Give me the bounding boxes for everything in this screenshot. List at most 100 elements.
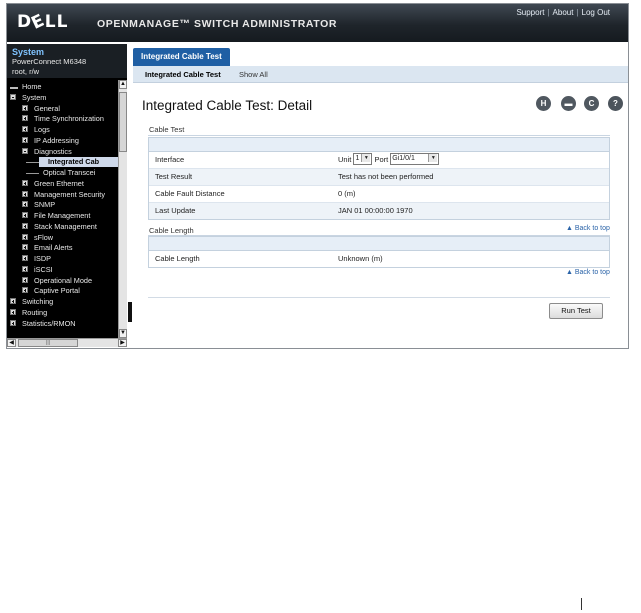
- subtab-show-all[interactable]: Show All: [239, 70, 268, 79]
- sidebar-item-label: Green Ethernet: [34, 179, 84, 188]
- sidebar-item-isdp[interactable]: ISDP: [7, 254, 118, 264]
- sidebar-item-general[interactable]: General: [7, 104, 118, 114]
- sidebar-item-label: Captive Portal: [34, 286, 80, 295]
- sidebar-item-integrated-cab[interactable]: Integrated Cab: [26, 157, 118, 167]
- expand-icon[interactable]: [22, 255, 28, 261]
- sidebar-item-label: Time Synchronization: [34, 114, 104, 123]
- sidebar-item-captive-portal[interactable]: Captive Portal: [7, 286, 118, 296]
- sidebar-item-green-ethernet[interactable]: Green Ethernet: [7, 179, 118, 189]
- expand-icon[interactable]: [22, 137, 28, 143]
- sidebar-item-routing[interactable]: Routing: [7, 308, 118, 318]
- system-info: System PowerConnect M6348 root, r/w: [7, 44, 127, 78]
- chevron-down-icon[interactable]: ▼: [428, 154, 438, 163]
- hscroll-thumb[interactable]: |||: [18, 339, 78, 347]
- scroll-down-icon[interactable]: ▼: [119, 329, 127, 338]
- expand-icon[interactable]: [22, 191, 28, 197]
- tree-horizontal-scrollbar[interactable]: ◀ ||| ▶: [7, 338, 127, 347]
- sidebar-item-ip-addressing[interactable]: IP Addressing: [7, 136, 118, 146]
- tree-connector-icon: [26, 162, 39, 163]
- print-icon[interactable]: ▬: [561, 96, 576, 111]
- system-user: root, r/w: [12, 67, 40, 76]
- expand-icon[interactable]: [22, 115, 28, 121]
- unit-select[interactable]: 1 ▼: [353, 153, 373, 166]
- expand-icon[interactable]: [22, 180, 28, 186]
- tab-integrated-cable-test[interactable]: Integrated Cable Test: [133, 48, 230, 66]
- save-icon[interactable]: H: [536, 96, 551, 111]
- interface-label: Interface: [155, 155, 185, 164]
- sidebar-item-label: iSCSI: [34, 265, 53, 274]
- scroll-left-icon[interactable]: ◀: [7, 339, 16, 347]
- refresh-icon[interactable]: C: [584, 96, 599, 111]
- scroll-thumb[interactable]: [119, 92, 127, 152]
- expand-icon[interactable]: [10, 320, 16, 326]
- subtab-integrated-cable-test[interactable]: Integrated Cable Test: [145, 70, 221, 79]
- sidebar-item-label: General: [34, 104, 60, 113]
- expand-icon[interactable]: [22, 234, 28, 240]
- sidebar-item-management-security[interactable]: Management Security: [7, 190, 118, 200]
- expand-icon[interactable]: [22, 287, 28, 293]
- chevron-down-icon[interactable]: ▼: [361, 154, 371, 163]
- sidebar-item-label: Logs: [34, 125, 50, 134]
- cable-test-section-label: Cable Test: [149, 125, 185, 134]
- sidebar-item-statistics-rmon[interactable]: Statistics/RMON: [7, 319, 118, 329]
- expand-icon[interactable]: [10, 298, 16, 304]
- sidebar-item-file-management[interactable]: File Management: [7, 211, 118, 221]
- table-header: [149, 138, 609, 152]
- sidebar-item-iscsi[interactable]: iSCSI: [7, 265, 118, 275]
- sidebar-item-label: ISDP: [34, 254, 52, 263]
- collapse-icon[interactable]: [22, 148, 28, 154]
- app-window: DELL OPENMANAGE™ SWITCH ADMINISTRATOR Su…: [6, 3, 629, 349]
- expand-icon[interactable]: [22, 277, 28, 283]
- sidebar-item-optical-transcei[interactable]: Optical Transcei: [7, 168, 118, 178]
- sidebar-item-home[interactable]: Home: [7, 82, 118, 92]
- tree-vertical-scrollbar[interactable]: ▲ ▼: [118, 80, 127, 338]
- collapse-icon[interactable]: [10, 94, 16, 100]
- scroll-right-icon[interactable]: ▶: [118, 339, 127, 347]
- expand-icon[interactable]: [22, 223, 28, 229]
- sidebar-item-stack-management[interactable]: Stack Management: [7, 222, 118, 232]
- help-icon[interactable]: ?: [608, 96, 623, 111]
- sidebar-item-switching[interactable]: Switching: [7, 297, 118, 307]
- system-title[interactable]: System: [12, 47, 122, 57]
- sidebar-item-sflow[interactable]: sFlow: [7, 233, 118, 243]
- expand-icon[interactable]: [22, 244, 28, 250]
- table-row: Cable Length Unknown (m): [149, 251, 609, 267]
- header-banner: DELL OPENMANAGE™ SWITCH ADMINISTRATOR Su…: [7, 4, 628, 42]
- sidebar-item-label: Stack Management: [34, 222, 97, 231]
- run-test-button[interactable]: Run Test: [549, 303, 603, 319]
- logout-link[interactable]: Log Out: [582, 8, 610, 17]
- expand-icon[interactable]: [10, 309, 16, 315]
- expand-icon[interactable]: [22, 266, 28, 272]
- expand-icon[interactable]: [22, 201, 28, 207]
- sidebar-item-label: Operational Mode: [34, 276, 93, 285]
- footer-divider: [148, 297, 610, 298]
- navigation-panel: System PowerConnect M6348 root, r/w Home…: [7, 44, 127, 347]
- home-icon: [10, 87, 18, 89]
- last-update-value: JAN 01 00:00:00 1970: [338, 206, 413, 215]
- scroll-up-icon[interactable]: ▲: [119, 80, 127, 89]
- back-to-top-link[interactable]: ▲ Back to top: [566, 269, 610, 276]
- expand-icon[interactable]: [22, 105, 28, 111]
- support-link[interactable]: Support: [516, 8, 544, 17]
- last-update-label: Last Update: [155, 206, 196, 215]
- panel-resize-handle[interactable]: [128, 302, 132, 322]
- sidebar-item-diagnostics[interactable]: Diagnostics: [7, 147, 118, 157]
- sidebar-item-time-synchronization[interactable]: Time Synchronization: [7, 114, 118, 124]
- sidebar-item-system[interactable]: System: [7, 93, 118, 103]
- back-to-top-link[interactable]: ▲ Back to top: [566, 225, 610, 232]
- sidebar-item-logs[interactable]: Logs: [7, 125, 118, 135]
- expand-icon[interactable]: [22, 126, 28, 132]
- about-link[interactable]: About: [553, 8, 574, 17]
- sidebar-item-operational-mode[interactable]: Operational Mode: [7, 276, 118, 286]
- test-result-value: Test has not been performed: [338, 172, 434, 181]
- table-row: Test Result Test has not been performed: [149, 169, 609, 186]
- cable-length-table: Cable Length Unknown (m): [148, 236, 610, 268]
- sidebar-item-snmp[interactable]: SNMP: [7, 200, 118, 210]
- dell-logo: DELL: [17, 10, 69, 34]
- sidebar-item-email-alerts[interactable]: Email Alerts: [7, 243, 118, 253]
- sidebar-item-label: Optical Transcei: [43, 168, 96, 177]
- cable-length-label: Cable Length: [155, 254, 200, 263]
- cable-length-value: Unknown (m): [338, 254, 383, 263]
- expand-icon[interactable]: [22, 212, 28, 218]
- port-select[interactable]: Gi1/0/1 ▼: [390, 153, 440, 166]
